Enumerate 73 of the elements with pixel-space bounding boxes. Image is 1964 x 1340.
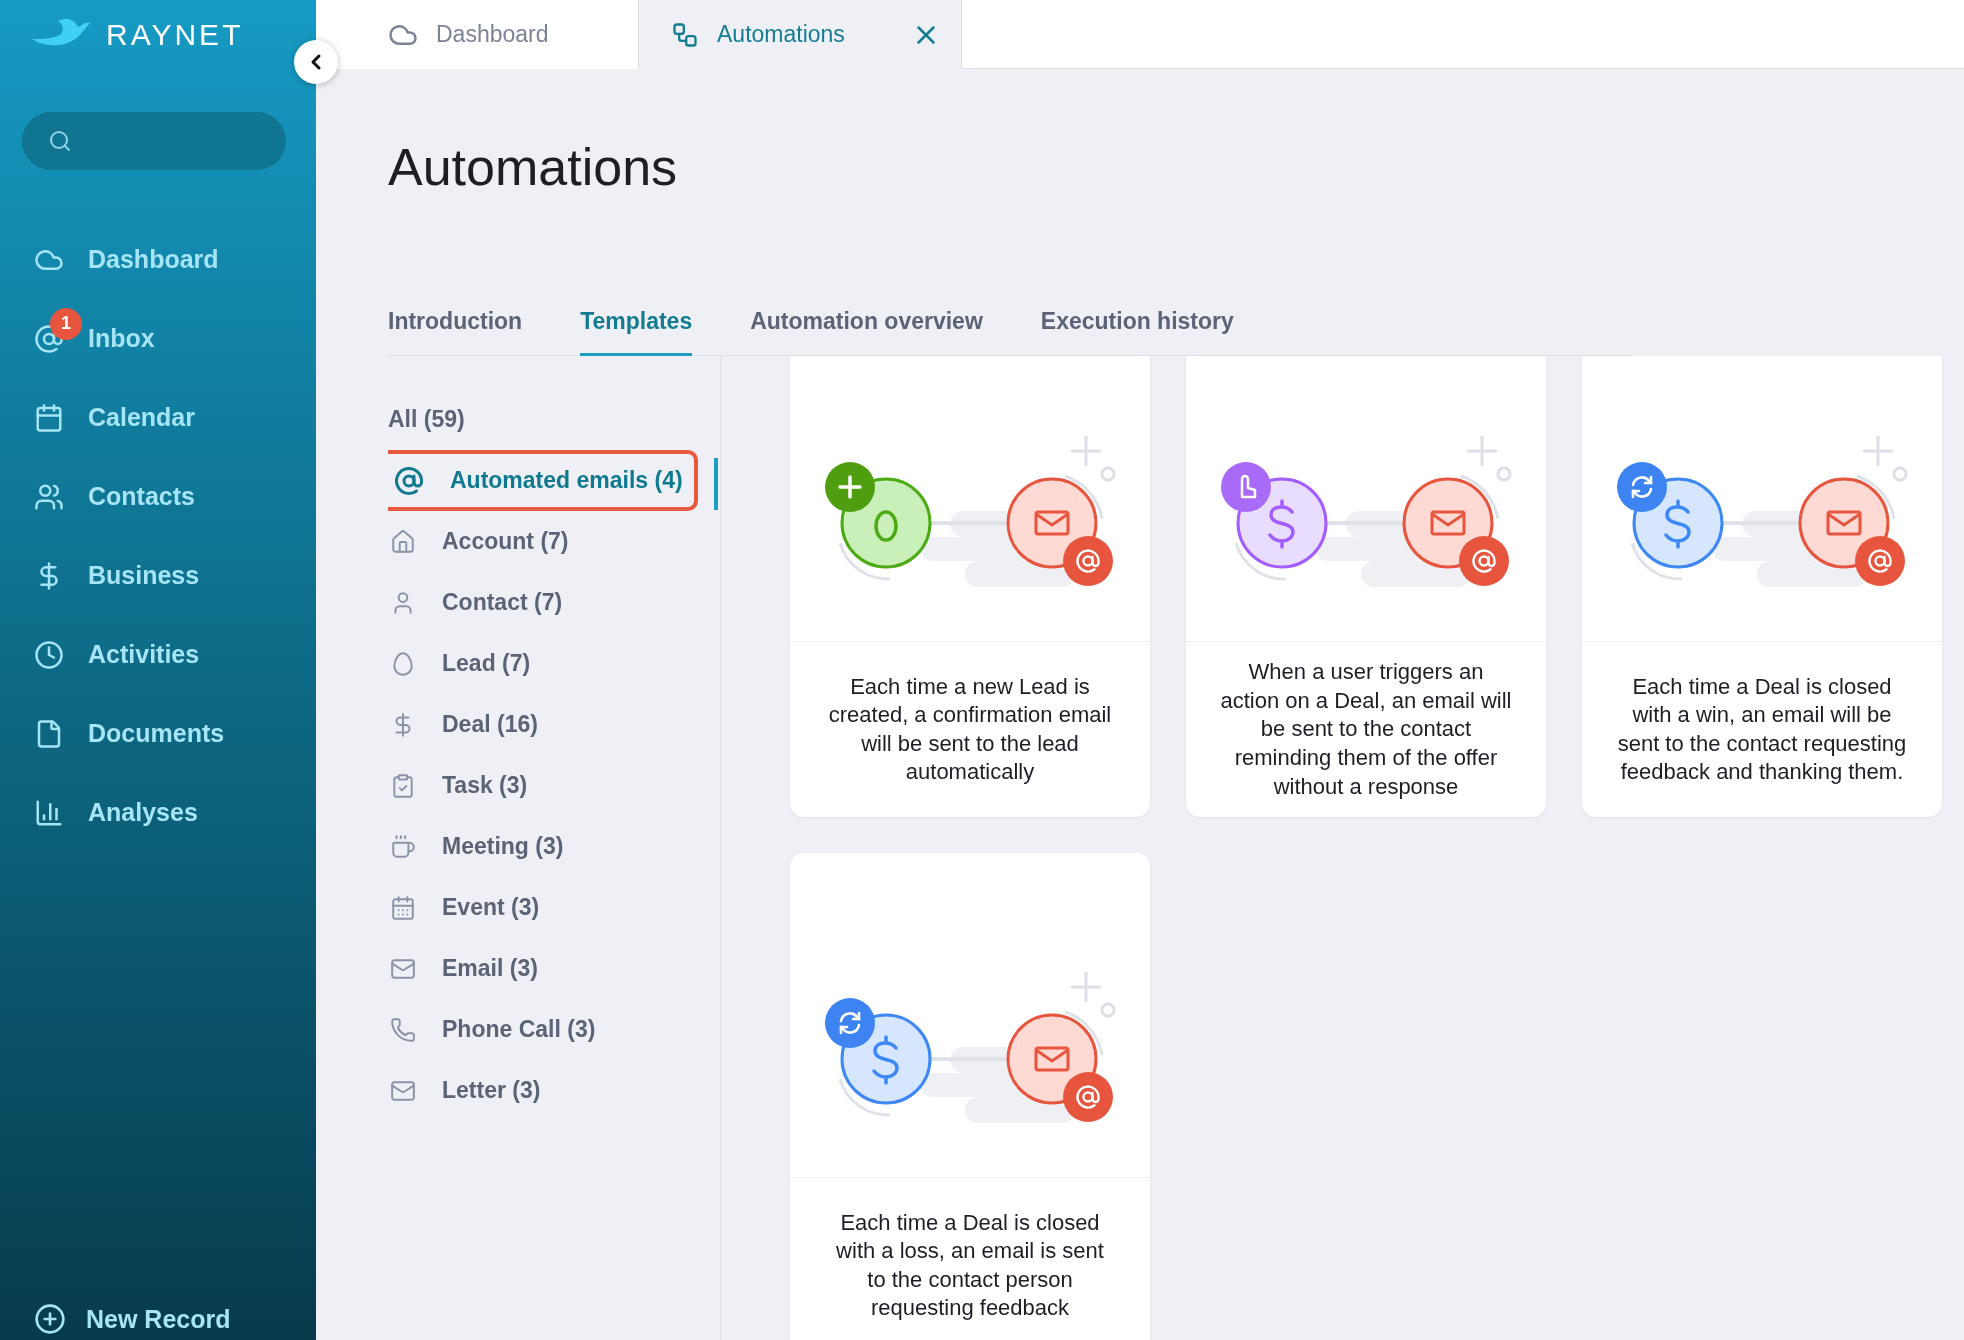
nav-item[interactable]: Contacts xyxy=(0,457,316,536)
tab-label: Dashboard xyxy=(436,21,549,48)
category-item[interactable]: Contact (7) xyxy=(388,572,718,634)
category-label: Automated emails (4) xyxy=(450,467,683,495)
category-label: Deal (16) xyxy=(442,711,538,739)
template-description: Each time a Deal is closed with a win, an email will be sent to the contact requesting feedback and thanking them. xyxy=(1616,672,1908,787)
category-label: Meeting (3) xyxy=(442,833,564,861)
category-item[interactable]: Deal (16) xyxy=(388,694,718,756)
plus-circle-icon xyxy=(34,1303,66,1336)
notification-badge: 1 xyxy=(50,307,82,340)
house-icon xyxy=(390,528,416,555)
template-description: Each time a new Lead is created, a confirmation email will be sent to the lead automatically xyxy=(827,672,1113,787)
calendar-icon xyxy=(34,402,64,433)
category-label: Account (7) xyxy=(442,528,569,556)
nav-label: Dashboard xyxy=(88,245,219,274)
category-item[interactable]: Task (3) xyxy=(388,755,718,817)
template-card[interactable]: Each time a Deal is closed with a loss, an email is sent to the contact person requesting feedback xyxy=(790,853,1150,1340)
category-label: Email (3) xyxy=(442,955,538,983)
section-tab[interactable]: Introduction xyxy=(388,308,523,357)
nav-item[interactable]: 1 Inbox xyxy=(0,299,316,378)
new-record-label: New Record xyxy=(86,1304,231,1334)
new-record-button[interactable]: New Record xyxy=(0,1303,316,1336)
nav-item[interactable]: Calendar xyxy=(0,378,316,457)
template-card[interactable]: When a user triggers an action on a Deal, an email will be sent to the contact reminding them of the offer without a response xyxy=(1186,356,1546,818)
tab-label: Automations xyxy=(717,21,845,48)
clock-icon xyxy=(34,639,64,670)
nav-label: Contacts xyxy=(88,482,195,511)
nav-item[interactable]: Dashboard xyxy=(0,220,316,299)
nav-item[interactable]: Analyses xyxy=(0,773,316,852)
collapse-button[interactable] xyxy=(294,40,338,84)
section-tab[interactable]: Automation overview xyxy=(750,308,983,357)
category-label: Event (3) xyxy=(442,894,540,922)
nav-label: Documents xyxy=(88,719,225,748)
category-item[interactable]: Phone Call (3) xyxy=(388,999,718,1061)
egg-icon xyxy=(390,650,416,677)
logo-text: RAYNET xyxy=(106,18,244,52)
category-item[interactable]: Meeting (3) xyxy=(388,816,718,878)
workflow-icon xyxy=(671,20,699,49)
selection-bar xyxy=(714,458,718,511)
category-label: Lead (7) xyxy=(442,650,531,678)
section-tab[interactable]: Execution history xyxy=(1040,308,1234,357)
category-item[interactable]: Lead (7) xyxy=(388,633,718,695)
template-card[interactable]: Each time a Deal is closed with a win, an email will be sent to the contact requesting feedback and thanking them. xyxy=(1582,356,1942,818)
category-item[interactable]: All (59) xyxy=(388,389,718,451)
category-item[interactable]: Event (3) xyxy=(388,877,718,939)
nav-label: Inbox xyxy=(88,324,155,353)
nav-label: Analyses xyxy=(88,798,198,827)
nav-label: Calendar xyxy=(88,403,195,432)
cup-icon xyxy=(390,833,416,860)
template-description: When a user triggers an action on a Deal, an email will be sent to the contact reminding them of the offer without a response xyxy=(1219,658,1513,801)
at-sign-icon xyxy=(394,465,424,496)
nav-item[interactable]: Business xyxy=(0,536,316,615)
category-item[interactable]: Email (3) xyxy=(388,938,718,1000)
phone-icon xyxy=(390,1016,416,1043)
category-label: Letter (3) xyxy=(442,1077,541,1105)
page-title: Automations xyxy=(388,139,679,197)
section-tab[interactable]: Templates xyxy=(580,308,693,357)
search-icon xyxy=(48,129,72,153)
category-label: Task (3) xyxy=(442,772,528,800)
category-label: Contact (7) xyxy=(442,589,563,617)
template-card[interactable]: Each time a new Lead is created, a confirmation email will be sent to the lead automatically xyxy=(790,356,1150,818)
category-item[interactable]: Account (7) xyxy=(388,511,718,573)
template-description: Each time a Deal is closed with a loss, an email is sent to the contact person requesting feedback xyxy=(835,1208,1105,1323)
nav-label: Activities xyxy=(88,640,200,669)
top-tab[interactable]: Automations xyxy=(639,0,962,69)
category-item[interactable]: Letter (3) xyxy=(388,1060,718,1122)
nav-label: Business xyxy=(88,561,200,590)
category-label: All (59) xyxy=(388,406,465,434)
nav-item[interactable]: Documents xyxy=(0,694,316,773)
nav-item[interactable]: Activities xyxy=(0,615,316,694)
category-label: Phone Call (3) xyxy=(442,1016,596,1044)
calendar-icon xyxy=(390,894,416,921)
clipboard-check-icon xyxy=(390,772,416,799)
